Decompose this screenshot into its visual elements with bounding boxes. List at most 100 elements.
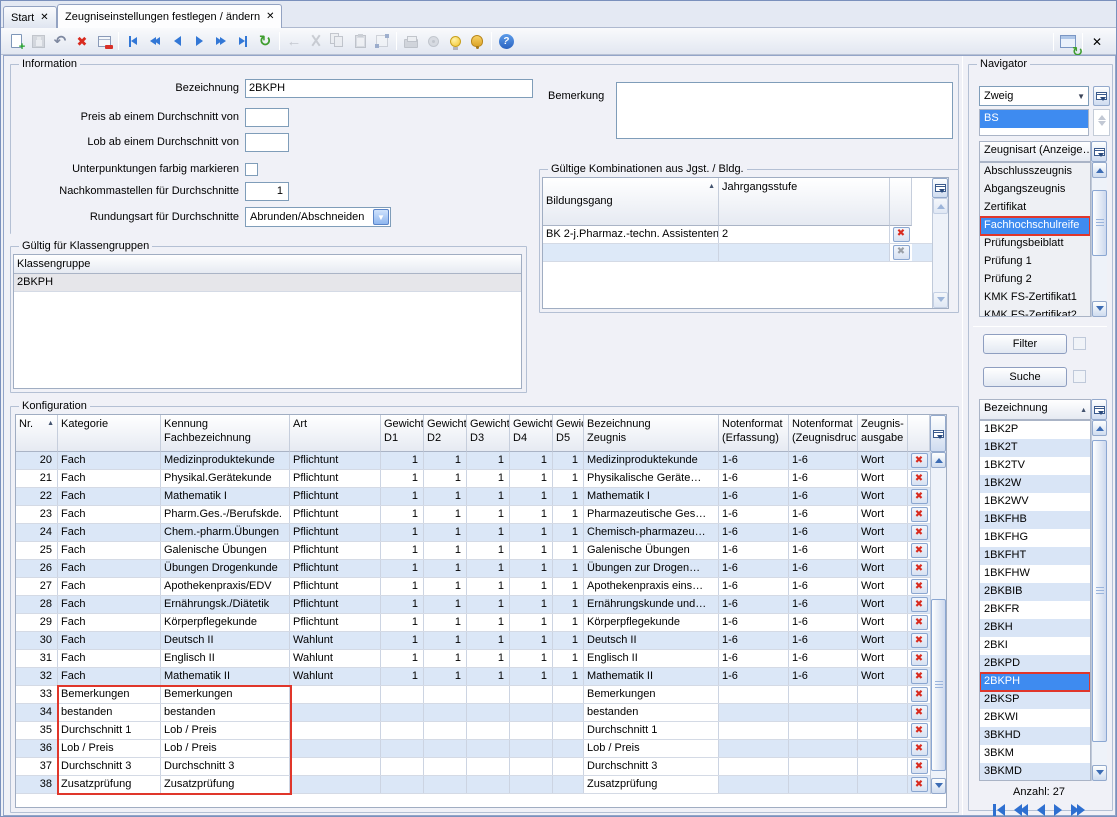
nav-fast-back-icon[interactable] (144, 30, 166, 52)
cut-icon[interactable] (305, 30, 327, 52)
bezeichnung-scrollbar[interactable] (1091, 420, 1107, 781)
column-picker-icon[interactable] (1091, 399, 1107, 420)
unterpunktungen-checkbox[interactable] (245, 163, 258, 176)
list-item[interactable]: Prüfung 1 (980, 253, 1090, 271)
table-row[interactable]: 27FachApothekenpraxis/EDVPflichtunt11111… (16, 578, 946, 596)
list-item[interactable]: BS (980, 110, 1088, 128)
column-header[interactable]: Kategorie (58, 415, 161, 452)
scroll-up-icon[interactable] (1092, 162, 1107, 178)
table-row[interactable]: 21FachPhysikal.GerätekundePflichtunt1111… (16, 470, 946, 488)
table-row[interactable]: 22FachMathematik IPflichtunt11111Mathema… (16, 488, 946, 506)
scrollbar-thumb[interactable] (1092, 190, 1107, 256)
delete-row-icon[interactable]: ✖ (911, 579, 928, 594)
help-icon[interactable]: ? (495, 30, 517, 52)
list-item[interactable]: 2BKBIB (980, 583, 1090, 601)
table-row[interactable]: 37Durchschnitt 3Durchschnitt 3Durchschni… (16, 758, 946, 776)
column-header[interactable]: Gewicht D4 (510, 415, 553, 452)
table-row[interactable]: 20FachMedizinproduktekundePflichtunt1111… (16, 452, 946, 470)
column-header[interactable]: Art (290, 415, 381, 452)
table-row[interactable]: 30FachDeutsch IIWahlunt11111Deutsch II1-… (16, 632, 946, 650)
filter-button[interactable]: Filter (983, 334, 1067, 354)
column-picker-icon[interactable] (1093, 86, 1110, 106)
table-row[interactable]: 28FachErnährungsk./DiätetikPflichtunt111… (16, 596, 946, 614)
list-item[interactable]: 3BKMD (980, 763, 1090, 781)
panel-refresh-icon[interactable]: ↻ (1057, 31, 1079, 53)
close-tab-icon[interactable]: ✕ (40, 13, 48, 23)
list-item[interactable]: Abschlusszeugnis (980, 163, 1090, 181)
delete-row-icon[interactable]: ✖ (911, 543, 928, 558)
tab-zeugniseinstellungen[interactable]: Zeugniseinstellungen festlegen / ändern … (57, 4, 282, 28)
table-row[interactable]: 38ZusatzprüfungZusatzprüfungZusatzprüfun… (16, 776, 946, 794)
list-item[interactable]: Abgangszeugnis (980, 181, 1090, 199)
column-header-bildungsgang[interactable]: Bildungsgang ▲ (543, 178, 719, 226)
table-row[interactable]: 36Lob / PreisLob / PreisLob / Preis✖ (16, 740, 946, 758)
column-picker-icon[interactable] (930, 415, 946, 452)
paste-icon[interactable] (349, 30, 371, 52)
delete-row-icon[interactable]: ✖ (911, 633, 928, 648)
zeugnisart-scrollbar[interactable] (1091, 162, 1107, 317)
table-row[interactable]: 29FachKörperpflegekundePflichtunt11111Kö… (16, 614, 946, 632)
delete-row-icon[interactable]: ✖ (911, 615, 928, 630)
rundungsart-select[interactable]: Abrunden/Abschneiden ▼ (245, 207, 391, 227)
preis-input[interactable] (245, 108, 289, 127)
scroll-down-icon[interactable] (931, 778, 946, 794)
column-header[interactable]: Gewicht D1 (381, 415, 424, 452)
save-icon[interactable] (27, 30, 49, 52)
list-item[interactable]: 1BKFHT (980, 547, 1090, 565)
column-header[interactable]: Gewicht D3 (467, 415, 510, 452)
scrollbar-thumb[interactable] (931, 599, 946, 771)
list-item[interactable]: KMK FS-Zertifikat2 (980, 307, 1090, 317)
back-arrow-icon[interactable]: ← (283, 30, 305, 52)
zweig-list-scroll[interactable] (1093, 109, 1110, 136)
form-remove-icon[interactable] (93, 30, 115, 52)
column-header[interactable]: Bezeichnung Zeugnis (584, 415, 719, 452)
bemerkung-textarea[interactable] (616, 82, 953, 139)
table-row[interactable]: 35Durchschnitt 1Lob / PreisDurchschnitt … (16, 722, 946, 740)
zweig-select[interactable]: Zweig ▼ (979, 86, 1089, 106)
list-item[interactable]: 2BKSP (980, 691, 1090, 709)
list-item[interactable]: 3BKHD (980, 727, 1090, 745)
close-tab-icon[interactable]: ✕ (266, 12, 274, 22)
table-row[interactable]: 33BemerkungenBemerkungenBemerkungen✖ (16, 686, 946, 704)
new-document-icon[interactable]: + (5, 30, 27, 52)
table-row[interactable]: 25FachGalenische ÜbungenPflichtunt11111G… (16, 542, 946, 560)
list-item[interactable]: 1BKFHB (980, 511, 1090, 529)
column-header[interactable]: Zeugnis- ausgabe (858, 415, 908, 452)
print-icon[interactable] (400, 30, 422, 52)
list-item[interactable]: Prüfung 2 (980, 271, 1090, 289)
column-header[interactable]: Kennung Fachbezeichnung (161, 415, 290, 452)
list-item[interactable]: Fachhochschulreife (980, 217, 1090, 235)
table-row[interactable]: 26FachÜbungen DrogenkundePflichtunt11111… (16, 560, 946, 578)
table-row[interactable]: 2BKPH (14, 274, 521, 292)
list-item[interactable]: 3BKM (980, 745, 1090, 763)
delete-row-icon[interactable]: ✖ (911, 705, 928, 720)
delete-row-icon[interactable]: ✖ (911, 471, 928, 486)
nav-first-icon[interactable] (122, 30, 144, 52)
table-row[interactable]: 31FachEnglisch IIWahlunt11111Englisch II… (16, 650, 946, 668)
scroll-up-icon[interactable] (1092, 420, 1107, 436)
record-fast-forward-icon[interactable] (1071, 804, 1085, 816)
undo-icon[interactable]: ↶ (49, 30, 71, 52)
list-item[interactable]: 1BK2TV (980, 457, 1090, 475)
list-item[interactable]: 2BKFR (980, 601, 1090, 619)
column-header[interactable]: Gewicht D2 (424, 415, 467, 452)
column-header[interactable]: Notenformat (Zeugnisdruck) (789, 415, 858, 452)
list-item[interactable]: 1BK2P (980, 421, 1090, 439)
column-picker-icon[interactable] (932, 178, 948, 198)
lamp-icon[interactable] (444, 30, 466, 52)
suche-checkbox[interactable] (1073, 370, 1086, 383)
list-item[interactable]: 2BKWI (980, 709, 1090, 727)
scroll-down-icon[interactable] (1092, 301, 1107, 317)
column-header-jahrgangsstufe[interactable]: Jahrgangsstufe (719, 178, 890, 226)
table-row[interactable]: 32FachMathematik IIWahlunt11111Mathemati… (16, 668, 946, 686)
list-item[interactable]: 2BKPH (980, 673, 1090, 691)
list-item[interactable]: 1BK2WV (980, 493, 1090, 511)
column-header[interactable]: Notenformat (Erfassung) (719, 415, 789, 452)
bezeichnung-header[interactable]: Bezeichnung ▲ (979, 399, 1091, 420)
list-item[interactable]: 1BKFHW (980, 565, 1090, 583)
delete-row-icon[interactable]: ✖ (911, 777, 928, 792)
kombinationen-new-row[interactable]: ✖ (543, 244, 948, 262)
list-item[interactable]: 2BKPD (980, 655, 1090, 673)
list-item[interactable]: 2BKH (980, 619, 1090, 637)
list-item[interactable]: 1BKFHG (980, 529, 1090, 547)
